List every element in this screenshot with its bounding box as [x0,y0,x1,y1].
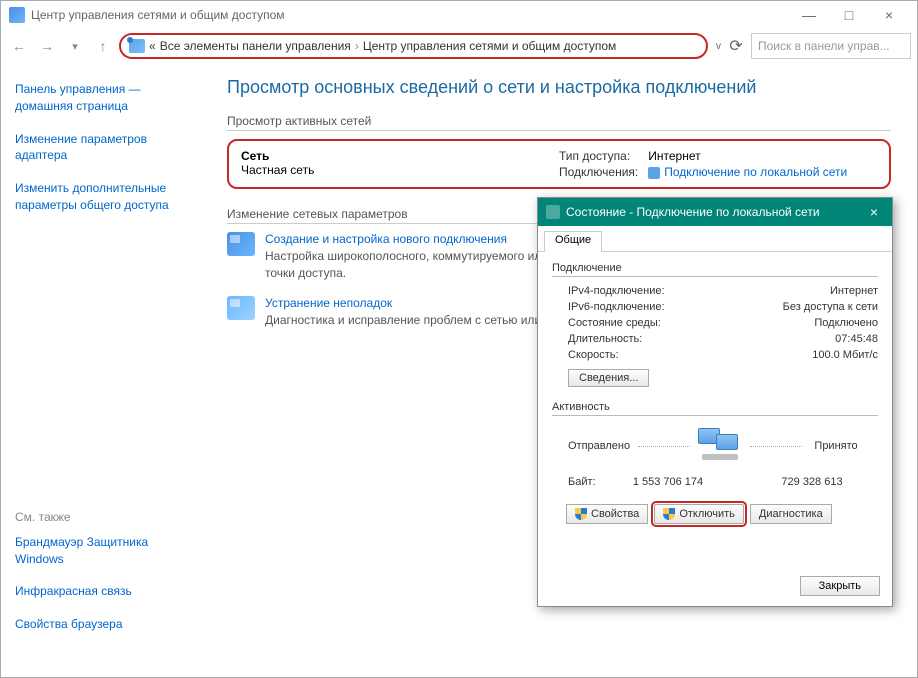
window-close-button[interactable]: × [869,1,909,29]
sidebar-link-sharing[interactable]: Изменить дополнительные параметры общего… [15,180,197,214]
breadcrumb-item-1[interactable]: Все элементы панели управления [160,39,351,53]
shield-icon [663,508,675,520]
disable-button[interactable]: Отключить [654,504,744,524]
window-title: Центр управления сетями и общим доступом [31,8,285,22]
dialog-ok-button[interactable]: Закрыть [800,576,880,596]
chevron-right-icon: › [355,39,359,53]
dialog-close-button[interactable]: × [864,204,884,220]
network-name: Сеть [241,149,559,163]
active-network-box: Сеть Частная сеть Тип доступа: Интернет … [227,139,891,189]
ipv6-label: IPv6-подключение: [568,301,665,313]
shield-icon [575,508,587,520]
title-bar: Центр управления сетями и общим доступом… [1,1,917,29]
group-connection-label: Подключение [552,262,878,274]
duration-label: Длительность: [568,333,642,345]
received-label: Принято [810,440,862,452]
page-title: Просмотр основных сведений о сети и наст… [227,77,891,98]
see-also-header: См. также [15,510,197,524]
status-icon [546,205,560,219]
troubleshoot-icon [227,296,255,320]
properties-button[interactable]: Свойства [566,504,648,524]
sidebar-link-adapter[interactable]: Изменение параметров адаптера [15,131,197,165]
speed-label: Скорость: [568,349,619,361]
dialog-titlebar[interactable]: Состояние - Подключение по локальной сет… [538,198,892,226]
connection-link[interactable]: Подключение по локальной сети [648,165,877,179]
tab-general[interactable]: Общие [544,231,602,252]
see-also-firewall[interactable]: Брандмауэр Защитника Windows [15,534,197,568]
dialog-title: Состояние - Подключение по локальной сет… [566,205,864,219]
ipv4-label: IPv4-подключение: [568,285,665,297]
dialog-tabbar: Общие [538,226,892,252]
breadcrumb-item-2[interactable]: Центр управления сетями и общим доступом [363,39,617,53]
sidebar: Панель управления — домашняя страница Из… [1,63,211,677]
network-center-window: Центр управления сетями и общим доступом… [0,0,918,678]
active-networks-header: Просмотр активных сетей [227,114,891,128]
group-activity-label: Активность [552,401,878,413]
ipv4-value: Интернет [830,285,878,297]
network-center-icon [9,7,25,23]
forward-button[interactable]: → [35,34,59,58]
access-type-value: Интернет [648,149,877,163]
recent-locations-button[interactable]: ▾ [63,34,87,58]
details-button[interactable]: Сведения... [568,369,649,387]
ipv6-value: Без доступа к сети [783,301,878,313]
bytes-sent-value: 1 553 706 174 [618,476,718,488]
history-dropdown-button[interactable]: v [716,41,721,52]
speed-value: 100.0 Мбит/с [812,349,878,361]
breadcrumb-more[interactable]: « [149,39,156,53]
new-connection-icon [227,232,255,256]
sidebar-link-home[interactable]: Панель управления — домашняя страница [15,81,197,115]
network-type: Частная сеть [241,163,559,177]
dialog-body: Подключение IPv4-подключение: Интернет IP… [538,252,892,534]
search-input[interactable]: Поиск в панели управ... [751,33,911,59]
access-type-label: Тип доступа: [559,149,638,163]
minimize-button[interactable]: — [789,1,829,29]
bytes-label: Байт: [568,476,618,488]
activity-icon [698,428,742,464]
connection-icon [648,167,660,179]
control-panel-icon [129,39,145,53]
status-dialog: Состояние - Подключение по локальной сет… [537,197,893,607]
see-also-browser[interactable]: Свойства браузера [15,616,197,633]
sent-label: Отправлено [568,440,630,452]
breadcrumb[interactable]: « Все элементы панели управления › Центр… [119,33,708,59]
back-button[interactable]: ← [7,34,31,58]
refresh-button[interactable]: ⟳ [725,35,747,57]
nav-bar: ← → ▾ ↑ « Все элементы панели управления… [1,29,917,63]
diagnose-button[interactable]: Диагностика [750,504,832,524]
up-button[interactable]: ↑ [91,34,115,58]
bytes-received-value: 729 328 613 [762,476,862,488]
connections-label: Подключения: [559,165,638,179]
search-placeholder: Поиск в панели управ... [758,39,890,53]
media-state-label: Состояние среды: [568,317,661,329]
duration-value: 07:45:48 [835,333,878,345]
see-also-infrared[interactable]: Инфракрасная связь [15,583,197,600]
media-state-value: Подключено [814,317,878,329]
maximize-button[interactable]: □ [829,1,869,29]
action-button-row: Свойства Отключить Диагностика [552,494,878,524]
